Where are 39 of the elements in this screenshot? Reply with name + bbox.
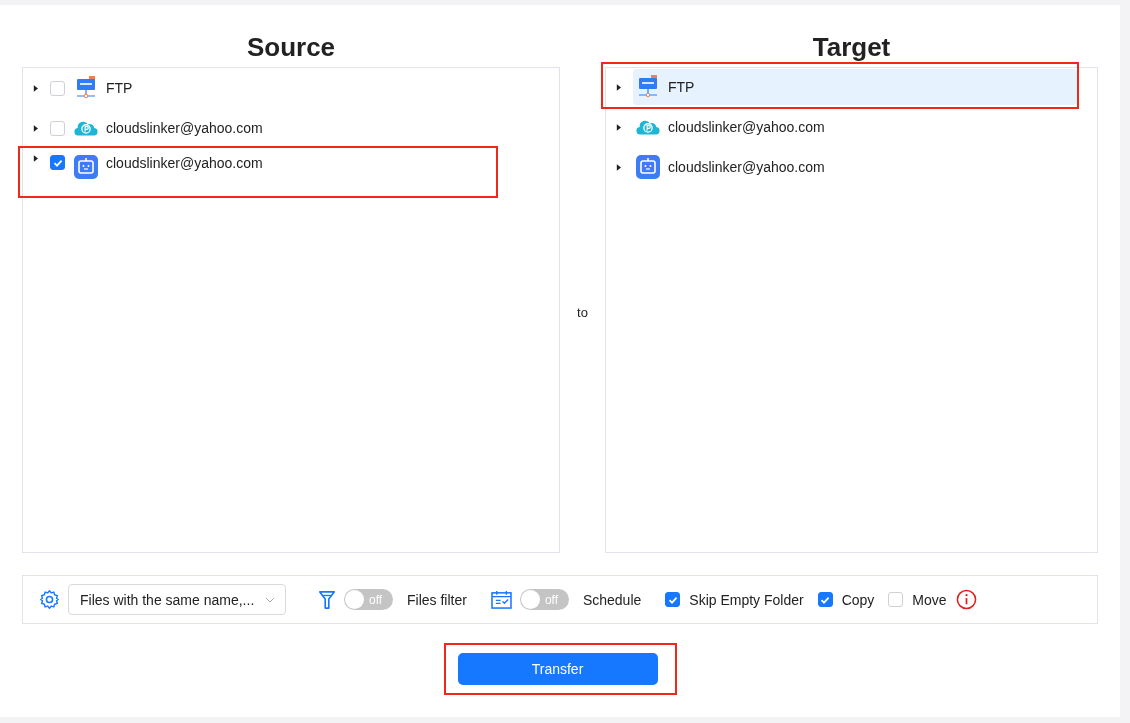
settings-icon[interactable] [39, 589, 60, 610]
checkbox[interactable] [817, 592, 833, 607]
option-label: Move [912, 591, 947, 608]
expand-caret-icon[interactable] [33, 155, 38, 162]
account-label: FTP [668, 79, 695, 95]
account-label: FTP [106, 80, 133, 96]
chevron-down-icon [265, 596, 275, 603]
target-item[interactable]: cloudslinker@yahoo.com [606, 107, 1097, 147]
expand-caret-icon[interactable] [616, 123, 621, 131]
account-label: cloudslinker@yahoo.com [668, 119, 825, 135]
expand-caret-icon[interactable] [33, 124, 38, 132]
conflict-dropdown[interactable]: Files with the same name,... [68, 584, 286, 615]
funnel-icon [318, 589, 336, 610]
source-item[interactable]: cloudslinker@yahoo.com [23, 108, 559, 148]
robot-box-icon [74, 155, 98, 179]
target-title: Target [811, 32, 892, 64]
account-label: cloudslinker@yahoo.com [106, 155, 263, 171]
transfer-button[interactable]: Transfer [457, 653, 658, 685]
expand-caret-icon[interactable] [616, 163, 621, 171]
robot-box-icon [636, 155, 660, 179]
source-title: Source [245, 32, 337, 64]
option-label: Skip Empty Folder [689, 591, 804, 608]
target-item[interactable]: cloudslinker@yahoo.com [606, 147, 1097, 187]
to-label: to [577, 305, 588, 320]
files-filter-label: Files filter [407, 591, 467, 608]
source-item[interactable]: FTP [23, 68, 559, 108]
expand-caret-icon[interactable] [616, 83, 621, 91]
source-item[interactable]: cloudslinker@yahoo.com [20, 148, 496, 196]
ftp-server-icon [636, 75, 660, 99]
schedule-label: Schedule [582, 591, 642, 608]
checkbox[interactable] [50, 155, 65, 170]
info-icon[interactable] [955, 589, 977, 610]
checkbox[interactable] [665, 592, 681, 607]
calendar-icon [490, 590, 512, 609]
expand-caret-icon[interactable] [33, 84, 38, 92]
account-label: cloudslinker@yahoo.com [106, 120, 263, 136]
account-label: cloudslinker@yahoo.com [668, 159, 825, 175]
ftp-server-icon [74, 76, 98, 100]
option-label: Copy [841, 591, 875, 608]
